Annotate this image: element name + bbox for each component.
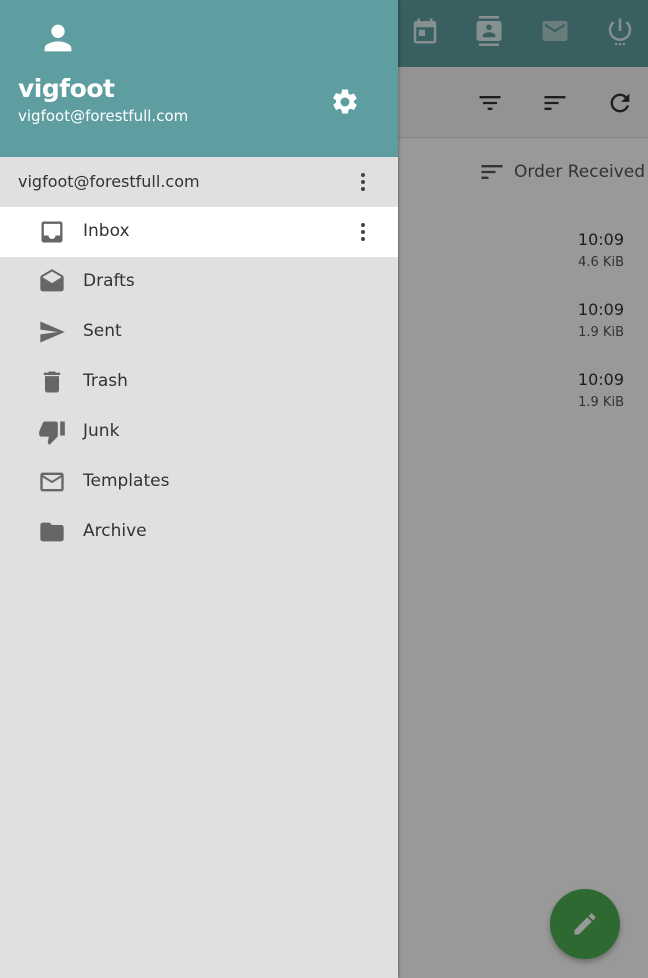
- folder-item-trash[interactable]: Trash: [0, 357, 398, 407]
- settings-button[interactable]: [326, 83, 364, 121]
- drawer-header: vigfoot vigfoot@forestfull.com: [0, 0, 398, 157]
- more-vert-icon: [361, 173, 365, 191]
- gear-icon: [333, 89, 357, 114]
- person-icon: [44, 24, 72, 52]
- folder-icon: [38, 518, 66, 546]
- folder-label: Templates: [83, 471, 170, 491]
- folder-label: Sent: [83, 321, 122, 341]
- folder-label: Trash: [83, 371, 128, 391]
- drafts-icon: [38, 268, 66, 296]
- send-icon: [38, 318, 66, 346]
- folder-label: Inbox: [83, 221, 130, 241]
- folder-item-inbox[interactable]: Inbox: [0, 207, 398, 257]
- account-menu-button[interactable]: [348, 167, 378, 197]
- folder-item-sent[interactable]: Sent: [0, 307, 398, 357]
- inbox-icon: [38, 218, 66, 246]
- folder-label: Drafts: [83, 271, 135, 291]
- folder-label: Archive: [83, 521, 147, 541]
- trash-icon: [38, 368, 66, 396]
- folder-item-drafts[interactable]: Drafts: [0, 257, 398, 307]
- folder-menu-button[interactable]: [348, 217, 378, 247]
- envelope-icon: [38, 468, 66, 496]
- user-name: vigfoot: [18, 74, 115, 103]
- folder-item-archive[interactable]: Archive: [0, 507, 398, 557]
- folder-item-junk[interactable]: Junk: [0, 407, 398, 457]
- account-label: vigfoot@forestfull.com: [18, 172, 200, 191]
- navigation-drawer: vigfoot vigfoot@forestfull.com vigfoot@f…: [0, 0, 398, 978]
- user-email: vigfoot@forestfull.com: [18, 107, 189, 125]
- more-vert-icon: [361, 223, 365, 241]
- folder-item-templates[interactable]: Templates: [0, 457, 398, 507]
- account-row[interactable]: vigfoot@forestfull.com: [0, 157, 398, 207]
- thumb-down-icon: [38, 418, 66, 446]
- folder-label: Junk: [83, 421, 120, 441]
